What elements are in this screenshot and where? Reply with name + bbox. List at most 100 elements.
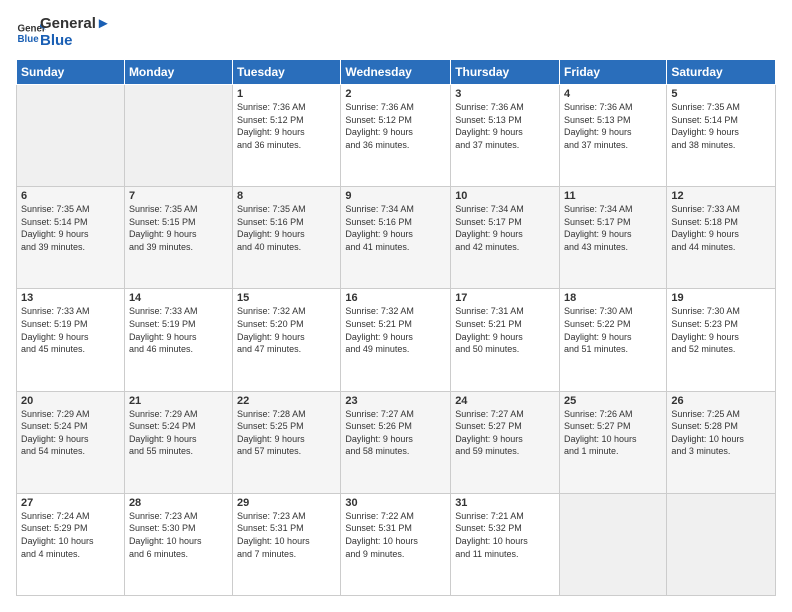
day-info: Sunrise: 7:35 AM Sunset: 5:16 PM Dayligh… [237,203,336,253]
day-cell: 4Sunrise: 7:36 AM Sunset: 5:13 PM Daylig… [560,85,667,187]
day-number: 8 [237,190,336,202]
day-number: 26 [671,395,771,407]
day-cell: 24Sunrise: 7:27 AM Sunset: 5:27 PM Dayli… [451,391,560,493]
day-info: Sunrise: 7:27 AM Sunset: 5:27 PM Dayligh… [455,408,555,458]
day-info: Sunrise: 7:30 AM Sunset: 5:23 PM Dayligh… [671,305,771,355]
day-cell: 18Sunrise: 7:30 AM Sunset: 5:22 PM Dayli… [560,289,667,391]
day-info: Sunrise: 7:33 AM Sunset: 5:19 PM Dayligh… [129,305,228,355]
day-cell: 1Sunrise: 7:36 AM Sunset: 5:12 PM Daylig… [233,85,341,187]
day-cell: 27Sunrise: 7:24 AM Sunset: 5:29 PM Dayli… [17,493,125,595]
day-cell [667,493,776,595]
day-info: Sunrise: 7:23 AM Sunset: 5:30 PM Dayligh… [129,510,228,560]
day-cell: 25Sunrise: 7:26 AM Sunset: 5:27 PM Dayli… [560,391,667,493]
day-info: Sunrise: 7:36 AM Sunset: 5:12 PM Dayligh… [345,101,446,151]
day-number: 9 [345,190,446,202]
week-row-5: 27Sunrise: 7:24 AM Sunset: 5:29 PM Dayli… [17,493,776,595]
day-info: Sunrise: 7:34 AM Sunset: 5:17 PM Dayligh… [564,203,662,253]
day-info: Sunrise: 7:27 AM Sunset: 5:26 PM Dayligh… [345,408,446,458]
day-number: 6 [21,190,120,202]
weekday-header-friday: Friday [560,60,667,85]
day-cell: 2Sunrise: 7:36 AM Sunset: 5:12 PM Daylig… [341,85,451,187]
day-number: 20 [21,395,120,407]
day-number: 19 [671,292,771,304]
day-cell: 17Sunrise: 7:31 AM Sunset: 5:21 PM Dayli… [451,289,560,391]
day-cell [17,85,125,187]
day-number: 11 [564,190,662,202]
day-cell: 30Sunrise: 7:22 AM Sunset: 5:31 PM Dayli… [341,493,451,595]
day-info: Sunrise: 7:23 AM Sunset: 5:31 PM Dayligh… [237,510,336,560]
day-info: Sunrise: 7:32 AM Sunset: 5:20 PM Dayligh… [237,305,336,355]
day-cell: 3Sunrise: 7:36 AM Sunset: 5:13 PM Daylig… [451,85,560,187]
week-row-1: 1Sunrise: 7:36 AM Sunset: 5:12 PM Daylig… [17,85,776,187]
day-cell: 6Sunrise: 7:35 AM Sunset: 5:14 PM Daylig… [17,187,125,289]
day-number: 10 [455,190,555,202]
weekday-header-sunday: Sunday [17,60,125,85]
day-cell: 11Sunrise: 7:34 AM Sunset: 5:17 PM Dayli… [560,187,667,289]
day-number: 14 [129,292,228,304]
day-cell [560,493,667,595]
week-row-2: 6Sunrise: 7:35 AM Sunset: 5:14 PM Daylig… [17,187,776,289]
day-number: 17 [455,292,555,304]
day-info: Sunrise: 7:29 AM Sunset: 5:24 PM Dayligh… [129,408,228,458]
day-number: 18 [564,292,662,304]
day-info: Sunrise: 7:36 AM Sunset: 5:12 PM Dayligh… [237,101,336,151]
day-cell: 19Sunrise: 7:30 AM Sunset: 5:23 PM Dayli… [667,289,776,391]
day-number: 24 [455,395,555,407]
day-number: 1 [237,88,336,100]
header: General Blue General► Blue [16,16,776,49]
day-info: Sunrise: 7:28 AM Sunset: 5:25 PM Dayligh… [237,408,336,458]
day-info: Sunrise: 7:31 AM Sunset: 5:21 PM Dayligh… [455,305,555,355]
weekday-header-monday: Monday [124,60,232,85]
day-cell: 28Sunrise: 7:23 AM Sunset: 5:30 PM Dayli… [124,493,232,595]
day-cell: 7Sunrise: 7:35 AM Sunset: 5:15 PM Daylig… [124,187,232,289]
week-row-3: 13Sunrise: 7:33 AM Sunset: 5:19 PM Dayli… [17,289,776,391]
logo-general: General► [40,16,111,33]
day-info: Sunrise: 7:35 AM Sunset: 5:14 PM Dayligh… [671,101,771,151]
day-info: Sunrise: 7:32 AM Sunset: 5:21 PM Dayligh… [345,305,446,355]
day-info: Sunrise: 7:33 AM Sunset: 5:19 PM Dayligh… [21,305,120,355]
day-cell: 5Sunrise: 7:35 AM Sunset: 5:14 PM Daylig… [667,85,776,187]
day-number: 13 [21,292,120,304]
day-info: Sunrise: 7:22 AM Sunset: 5:31 PM Dayligh… [345,510,446,560]
logo-blue: Blue [40,33,111,50]
day-cell: 16Sunrise: 7:32 AM Sunset: 5:21 PM Dayli… [341,289,451,391]
day-number: 4 [564,88,662,100]
day-number: 21 [129,395,228,407]
day-cell: 14Sunrise: 7:33 AM Sunset: 5:19 PM Dayli… [124,289,232,391]
day-number: 12 [671,190,771,202]
day-info: Sunrise: 7:25 AM Sunset: 5:28 PM Dayligh… [671,408,771,458]
day-info: Sunrise: 7:33 AM Sunset: 5:18 PM Dayligh… [671,203,771,253]
weekday-header-wednesday: Wednesday [341,60,451,85]
day-number: 2 [345,88,446,100]
day-number: 25 [564,395,662,407]
day-cell: 21Sunrise: 7:29 AM Sunset: 5:24 PM Dayli… [124,391,232,493]
day-info: Sunrise: 7:36 AM Sunset: 5:13 PM Dayligh… [455,101,555,151]
day-cell: 13Sunrise: 7:33 AM Sunset: 5:19 PM Dayli… [17,289,125,391]
day-cell: 26Sunrise: 7:25 AM Sunset: 5:28 PM Dayli… [667,391,776,493]
day-number: 15 [237,292,336,304]
day-cell: 29Sunrise: 7:23 AM Sunset: 5:31 PM Dayli… [233,493,341,595]
weekday-header-tuesday: Tuesday [233,60,341,85]
day-cell: 31Sunrise: 7:21 AM Sunset: 5:32 PM Dayli… [451,493,560,595]
day-number: 28 [129,497,228,509]
day-info: Sunrise: 7:36 AM Sunset: 5:13 PM Dayligh… [564,101,662,151]
day-info: Sunrise: 7:29 AM Sunset: 5:24 PM Dayligh… [21,408,120,458]
day-cell: 22Sunrise: 7:28 AM Sunset: 5:25 PM Dayli… [233,391,341,493]
svg-text:Blue: Blue [18,34,40,45]
day-cell: 20Sunrise: 7:29 AM Sunset: 5:24 PM Dayli… [17,391,125,493]
day-cell: 23Sunrise: 7:27 AM Sunset: 5:26 PM Dayli… [341,391,451,493]
day-number: 7 [129,190,228,202]
day-number: 29 [237,497,336,509]
day-number: 5 [671,88,771,100]
day-cell: 10Sunrise: 7:34 AM Sunset: 5:17 PM Dayli… [451,187,560,289]
day-cell: 8Sunrise: 7:35 AM Sunset: 5:16 PM Daylig… [233,187,341,289]
day-info: Sunrise: 7:30 AM Sunset: 5:22 PM Dayligh… [564,305,662,355]
day-number: 16 [345,292,446,304]
day-cell [124,85,232,187]
weekday-header-row: SundayMondayTuesdayWednesdayThursdayFrid… [17,60,776,85]
weekday-header-saturday: Saturday [667,60,776,85]
day-info: Sunrise: 7:24 AM Sunset: 5:29 PM Dayligh… [21,510,120,560]
day-number: 22 [237,395,336,407]
day-cell: 9Sunrise: 7:34 AM Sunset: 5:16 PM Daylig… [341,187,451,289]
day-info: Sunrise: 7:26 AM Sunset: 5:27 PM Dayligh… [564,408,662,458]
